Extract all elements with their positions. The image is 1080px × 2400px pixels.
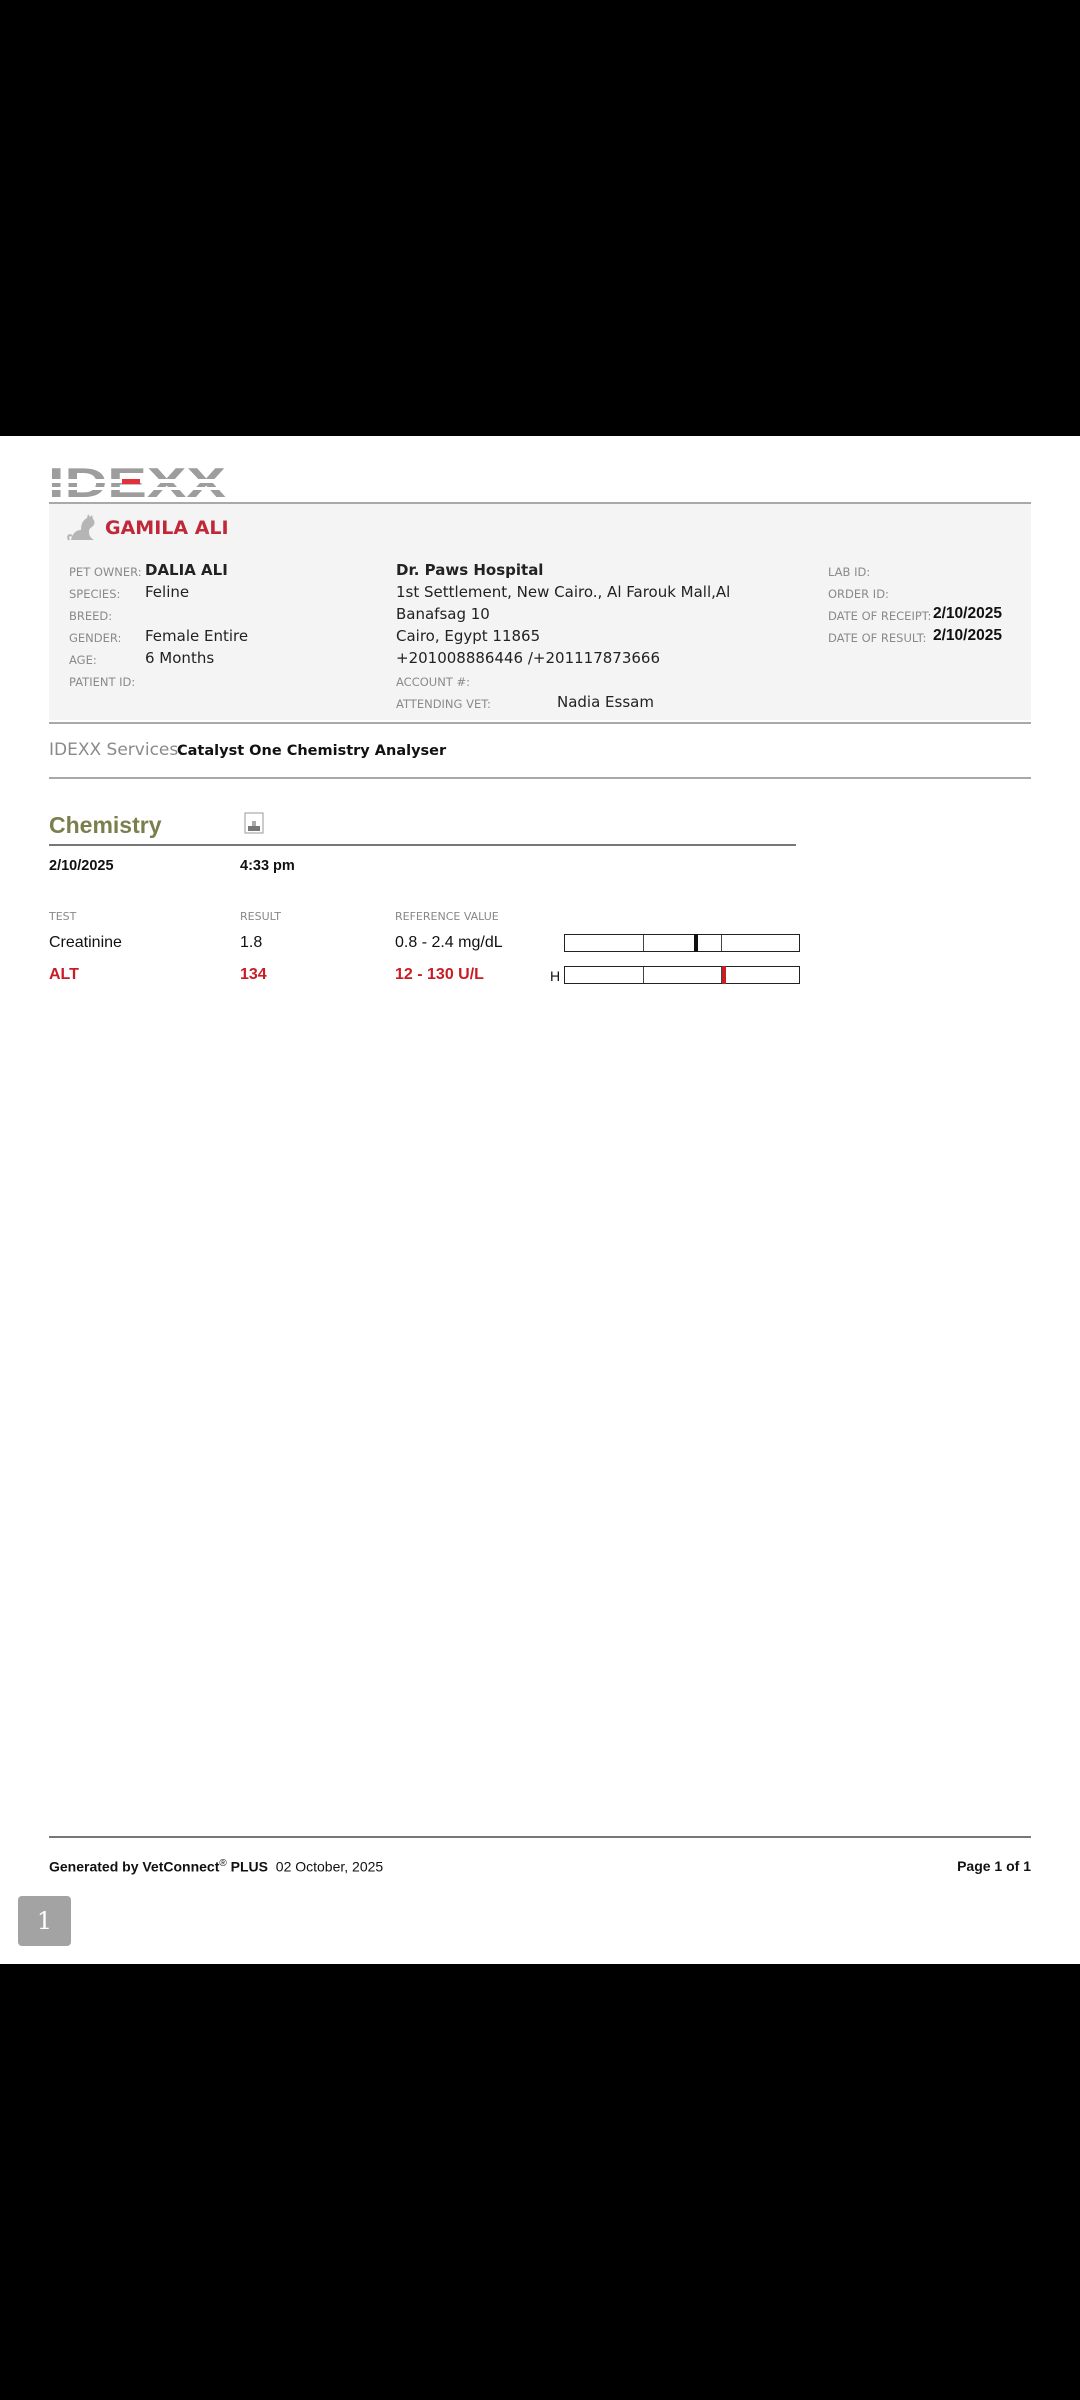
test-result: 1.8 — [240, 934, 263, 951]
pet-owner-label: PET OWNER: — [69, 565, 142, 579]
idexx-logo: IDEXX — [48, 464, 226, 498]
result-row: Creatinine 1.8 0.8 - 2.4 mg/dL — [0, 934, 1080, 964]
clinic-name: Dr. Paws Hospital — [396, 561, 544, 579]
report-page: IDEXX GAMILA ALI PET OWNER: DALIA ALI SP… — [0, 436, 1080, 1964]
patient-box-divider — [49, 722, 1031, 724]
column-header-reference: REFERENCE VALUE — [395, 910, 499, 923]
test-reference: 0.8 - 2.4 mg/dL — [395, 934, 503, 951]
date-of-result-label: DATE OF RESULT: — [828, 631, 927, 645]
services-divider — [49, 777, 1031, 779]
account-label: ACCOUNT #: — [396, 675, 470, 689]
species-value: Feline — [145, 583, 190, 601]
species-label: SPECIES: — [69, 587, 121, 601]
result-marker — [693, 934, 698, 952]
pet-name: GAMILA ALI — [105, 517, 229, 539]
result-marker — [721, 966, 726, 984]
services-value: Catalyst One Chemistry Analyser — [177, 743, 447, 759]
services-label: IDEXX Services: — [49, 740, 184, 760]
chemistry-title: Chemistry — [49, 812, 162, 838]
column-header-test: TEST — [49, 910, 77, 923]
gender-value: Female Entire — [145, 627, 249, 645]
date-of-result-value: 2/10/2025 — [933, 627, 1002, 644]
footer-divider — [49, 1836, 1031, 1838]
patient-id-label: PATIENT ID: — [69, 675, 136, 689]
page-number-badge[interactable]: 1 — [18, 1896, 71, 1946]
attending-vet-label: ATTENDING VET: — [396, 697, 491, 711]
age-label: AGE: — [69, 653, 97, 667]
result-row: ALT 134 12 - 130 U/L H — [0, 966, 1080, 996]
clinic-address-line1: 1st Settlement, New Cairo., Al Farouk Ma… — [396, 583, 731, 601]
test-name: Creatinine — [49, 934, 122, 951]
pet-owner-value: DALIA ALI — [145, 561, 228, 579]
trend-chart-icon[interactable] — [244, 812, 264, 834]
date-of-receipt-label: DATE OF RECEIPT: — [828, 609, 932, 623]
chemistry-divider — [49, 844, 796, 846]
run-time: 4:33 pm — [240, 858, 295, 874]
clinic-phone: +201008886446 /+201117873666 — [396, 649, 661, 667]
breed-label: BREED: — [69, 609, 113, 623]
lab-id-label: LAB ID: — [828, 565, 871, 579]
gender-label: GENDER: — [69, 631, 122, 645]
test-result: 134 — [240, 966, 267, 983]
test-reference: 12 - 130 U/L — [395, 966, 484, 983]
generated-date: 02 October, 2025 — [275, 1858, 384, 1875]
result-flag: H — [550, 968, 561, 984]
run-date: 2/10/2025 — [49, 858, 114, 874]
range-tick — [642, 967, 644, 983]
footer-generated: Generated by VetConnect® PLUS 02 October… — [49, 1858, 383, 1875]
reference-range-bar — [564, 966, 800, 984]
range-tick — [642, 935, 644, 951]
page-indicator: Page 1 of 1 — [957, 1858, 1031, 1874]
column-header-result: RESULT — [240, 910, 281, 923]
attending-vet-value: Nadia Essam — [557, 693, 654, 711]
order-id-label: ORDER ID: — [828, 587, 889, 601]
generated-by-text: Generated by VetConnect — [49, 1858, 220, 1875]
date-of-receipt-value: 2/10/2025 — [933, 605, 1002, 622]
clinic-address-line2: Banafsag 10 — [396, 605, 490, 623]
registered-mark: ® — [219, 1858, 227, 1869]
plus-text: PLUS — [230, 1858, 268, 1875]
age-value: 6 Months — [145, 649, 215, 667]
cat-icon — [67, 514, 95, 541]
clinic-address-line3: Cairo, Egypt 11865 — [396, 627, 541, 645]
test-name: ALT — [49, 966, 79, 983]
range-tick — [720, 935, 722, 951]
patient-info-box: GAMILA ALI PET OWNER: DALIA ALI SPECIES:… — [49, 504, 1031, 720]
reference-range-bar — [564, 934, 800, 952]
